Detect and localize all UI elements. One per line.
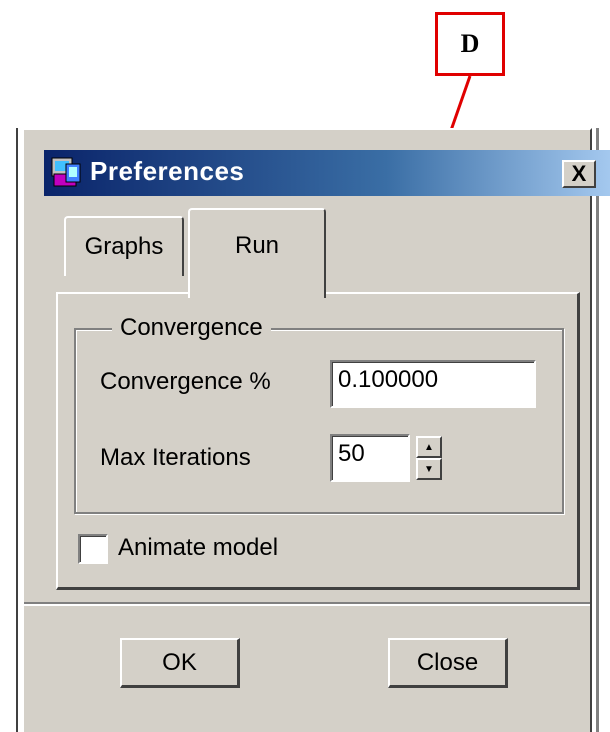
ok-button[interactable]: OK bbox=[120, 638, 240, 688]
tab-run[interactable]: Run bbox=[188, 208, 326, 298]
close-button-label: Close bbox=[416, 648, 479, 676]
close-button[interactable]: Close bbox=[388, 638, 508, 688]
convergence-pct-label: Convergence % bbox=[100, 368, 271, 395]
callout-letter: D bbox=[460, 29, 480, 58]
convergence-groupbox: Convergence Convergence % 0.100000 Max I… bbox=[74, 314, 564, 514]
window-title: Preferences bbox=[90, 156, 245, 186]
spin-up-button[interactable]: ▲ bbox=[416, 436, 442, 458]
ok-button-label: OK bbox=[162, 648, 197, 676]
preferences-dialog: Preferences X Graphs Run Convergence Con… bbox=[22, 128, 610, 732]
callout-d-label: D bbox=[435, 12, 505, 76]
tab-graphs-label: Graphs bbox=[84, 233, 164, 260]
convergence-pct-input[interactable]: 0.100000 bbox=[330, 360, 536, 408]
max-iterations-input[interactable]: 50 bbox=[330, 434, 410, 482]
close-icon: X bbox=[571, 161, 587, 186]
animate-model-checkbox[interactable] bbox=[78, 534, 108, 564]
spin-up-icon: ▲ bbox=[424, 441, 434, 453]
app-icon bbox=[51, 157, 81, 187]
spin-down-button[interactable]: ▼ bbox=[416, 458, 442, 480]
max-iterations-spinner: ▲ ▼ bbox=[416, 436, 442, 480]
tab-graphs[interactable]: Graphs bbox=[64, 216, 184, 276]
animate-model-label: Animate model bbox=[118, 534, 279, 561]
max-iterations-label: Max Iterations bbox=[100, 444, 251, 471]
title-bar[interactable]: Preferences X bbox=[44, 150, 610, 196]
spin-down-icon: ▼ bbox=[424, 463, 434, 475]
window-left-edge bbox=[16, 128, 18, 732]
button-separator bbox=[24, 602, 590, 606]
window-right-edge bbox=[596, 128, 599, 732]
tab-run-label: Run bbox=[234, 232, 280, 259]
run-tab-panel: Convergence Convergence % 0.100000 Max I… bbox=[56, 292, 580, 590]
close-window-button[interactable]: X bbox=[562, 160, 596, 188]
convergence-group-label: Convergence bbox=[112, 314, 271, 342]
